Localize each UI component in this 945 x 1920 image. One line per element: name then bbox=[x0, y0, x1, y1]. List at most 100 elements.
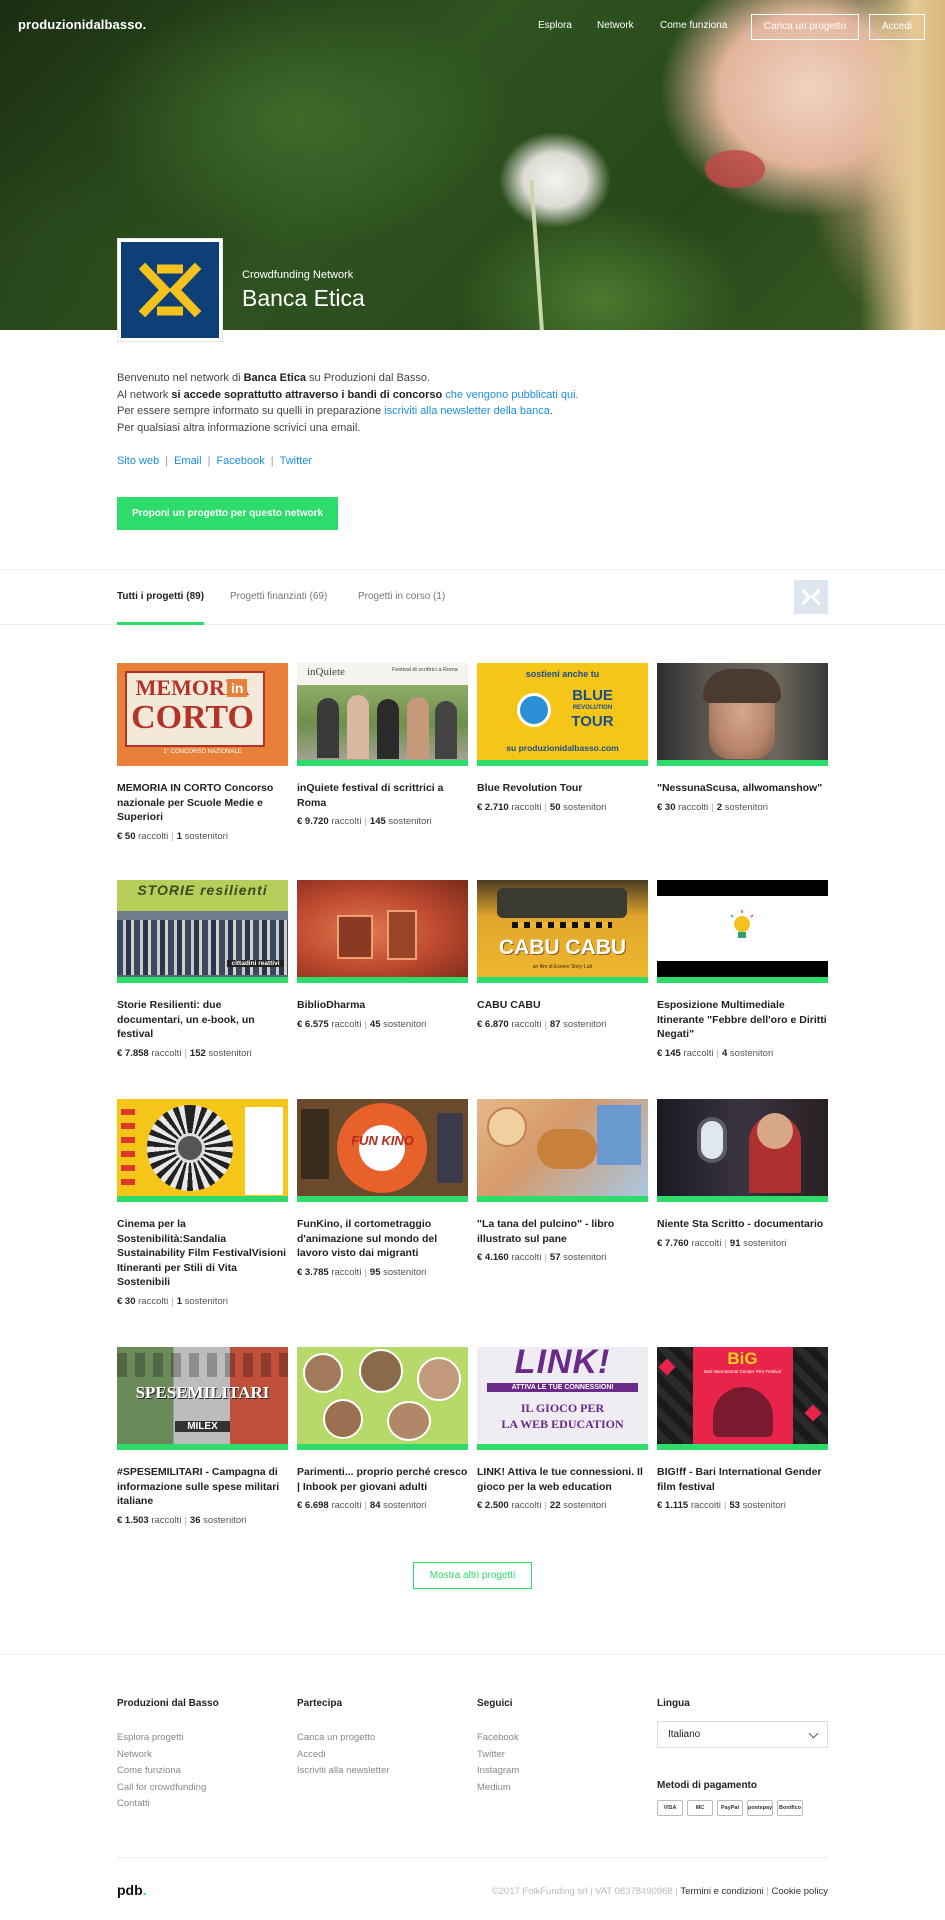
nav-come-funziona[interactable]: Come funziona bbox=[660, 20, 727, 31]
footer-heading-seguici: Seguici bbox=[477, 1698, 513, 1709]
project-title[interactable]: Parimenti... proprio perché cresco | Inb… bbox=[297, 1465, 468, 1494]
project-title[interactable]: inQuiete festival di scrittrici a Roma bbox=[297, 781, 468, 810]
project-stats: € 6.870 raccolti | 87 sostenitori bbox=[477, 1018, 607, 1030]
banca-etica-logo-icon bbox=[138, 262, 202, 318]
footer-link-contatti[interactable]: Contatti bbox=[117, 1798, 150, 1809]
project-thumbnail[interactable] bbox=[297, 880, 468, 983]
project-card[interactable]: MEMORIA in CORTO 1° CONCORSO NAZIONALE M… bbox=[117, 663, 288, 842]
project-title[interactable]: Esposizione Multimediale Itinerante "Feb… bbox=[657, 998, 828, 1042]
facebook-link[interactable]: Facebook bbox=[216, 455, 264, 467]
email-link[interactable]: Email bbox=[174, 455, 202, 467]
project-thumbnail[interactable] bbox=[657, 663, 828, 766]
project-card[interactable]: Parimenti... proprio perché cresco | Inb… bbox=[297, 1347, 468, 1511]
project-thumbnail[interactable]: STORIE resilienti cittadini reattivi bbox=[117, 880, 288, 983]
project-thumbnail[interactable] bbox=[657, 880, 828, 983]
project-title[interactable]: "NessunaScusa, allwomanshow" bbox=[657, 781, 828, 796]
tab-ongoing-projects[interactable]: Progetti in corso (1) bbox=[358, 591, 445, 602]
project-card[interactable]: BiblioDharma € 6.575 raccolti | 45 sosteni… bbox=[297, 880, 468, 1030]
cookie-policy-link[interactable]: Cookie policy bbox=[772, 1886, 829, 1897]
project-thumbnail[interactable] bbox=[117, 1099, 288, 1202]
paypal-icon: PayPal bbox=[717, 1800, 743, 1816]
project-card[interactable]: STORIE resilienti cittadini reattivi Sto… bbox=[117, 880, 288, 1059]
project-title[interactable]: MEMORIA IN CORTO Concorso nazionale per … bbox=[117, 781, 288, 825]
hero-photo-detail bbox=[705, 150, 765, 188]
project-title[interactable]: Blue Revolution Tour bbox=[477, 781, 648, 796]
project-tabs: Tutti i progetti (89) Progetti finanziat… bbox=[0, 569, 945, 625]
project-stats: € 4.160 raccolti | 57 sostenitori bbox=[477, 1252, 607, 1263]
project-title[interactable]: #SPESEMILITARI - Campagna di informazion… bbox=[117, 1465, 288, 1509]
chevron-down-icon bbox=[808, 1728, 819, 1739]
footer: Produzioni dal Basso Esplora progetti Ne… bbox=[0, 1654, 945, 1920]
nav-network[interactable]: Network bbox=[597, 20, 634, 31]
project-title[interactable]: "La tana del pulcino" - libro illustrato… bbox=[477, 1217, 648, 1246]
footer-link-network[interactable]: Network bbox=[117, 1749, 152, 1760]
project-title[interactable]: Storie Resilienti: due documentari, un e… bbox=[117, 998, 288, 1042]
project-thumbnail[interactable]: CABU CABU un film di Essere Story Lab bbox=[477, 880, 648, 983]
mastercard-icon: MC bbox=[687, 1800, 713, 1816]
footer-logo[interactable]: pdb. bbox=[117, 1882, 147, 1898]
footer-link-call[interactable]: Call for crowdfunding bbox=[117, 1782, 206, 1793]
newsletter-link[interactable]: iscriviti alla newsletter della banca bbox=[384, 405, 550, 417]
login-button[interactable]: Accedi bbox=[869, 14, 925, 40]
footer-divider bbox=[117, 1857, 828, 1858]
project-card[interactable]: BiG Bari International Gender Film Festi… bbox=[657, 1347, 828, 1511]
project-title[interactable]: FunKino, il cortometraggio d'animazione … bbox=[297, 1217, 468, 1261]
project-title[interactable]: Cinema per la Sostenibilità:Sandalia Sus… bbox=[117, 1217, 288, 1290]
bandi-link[interactable]: che vengono pubblicati qui. bbox=[445, 389, 578, 401]
project-title[interactable]: BiblioDharma bbox=[297, 998, 468, 1013]
project-title[interactable]: LINK! Attiva le tue connessioni. Il gioc… bbox=[477, 1465, 648, 1494]
project-thumbnail[interactable] bbox=[657, 1099, 828, 1202]
project-stats: € 6.575 raccolti | 45 sostenitori bbox=[297, 1018, 427, 1030]
postepay-icon: postepay bbox=[747, 1800, 773, 1816]
project-thumbnail[interactable]: FUN KINO bbox=[297, 1099, 468, 1202]
project-card[interactable]: Esposizione Multimediale Itinerante "Feb… bbox=[657, 880, 828, 1059]
footer-link-esplora[interactable]: Esplora progetti bbox=[117, 1732, 184, 1743]
project-card[interactable]: sostieni anche tu BLUE REVOLUTION TOUR s… bbox=[477, 663, 648, 813]
project-thumbnail[interactable]: MEMORIA in CORTO 1° CONCORSO NAZIONALE bbox=[117, 663, 288, 766]
visa-icon: VISA bbox=[657, 1800, 683, 1816]
project-card[interactable]: "La tana del pulcino" - libro illustrato… bbox=[477, 1099, 648, 1263]
footer-link-instagram[interactable]: Instagram bbox=[477, 1765, 519, 1776]
footer-link-carica[interactable]: Carica un progetto bbox=[297, 1732, 375, 1743]
footer-link-medium[interactable]: Medium bbox=[477, 1782, 511, 1793]
propose-project-button[interactable]: Proponi un progetto per questo network bbox=[117, 497, 338, 530]
project-stats: € 30 raccolti | 2 sostenitori bbox=[657, 801, 768, 813]
project-thumbnail[interactable] bbox=[297, 1347, 468, 1450]
project-title[interactable]: BIG!ff - Bari International Gender film … bbox=[657, 1465, 828, 1494]
project-card[interactable]: SPESEMILITARI MILEX #SPESEMILITARI - Cam… bbox=[117, 1347, 288, 1526]
footer-link-twitter[interactable]: Twitter bbox=[477, 1749, 505, 1760]
project-card[interactable]: LINK! ATTIVA LE TUE CONNESSIONI IL GIOCO… bbox=[477, 1347, 648, 1511]
project-card[interactable]: "NessunaScusa, allwomanshow" € 30 raccol… bbox=[657, 663, 828, 813]
project-card[interactable]: FUN KINO FunKino, il cortometraggio d'an… bbox=[297, 1099, 468, 1278]
footer-link-come-funziona[interactable]: Come funziona bbox=[117, 1765, 181, 1776]
upload-project-button[interactable]: Carica un progetto bbox=[751, 14, 859, 40]
tab-funded-projects[interactable]: Progetti finanziati (69) bbox=[230, 591, 327, 602]
project-card[interactable]: CABU CABU un film di Essere Story Lab CA… bbox=[477, 880, 648, 1030]
project-thumbnail[interactable] bbox=[477, 1099, 648, 1202]
language-select[interactable]: Italiano bbox=[657, 1721, 828, 1748]
tab-all-projects[interactable]: Tutti i progetti (89) bbox=[117, 591, 204, 602]
project-thumbnail[interactable]: sostieni anche tu BLUE REVOLUTION TOUR s… bbox=[477, 663, 648, 766]
project-stats: € 7.760 raccolti | 91 sostenitori bbox=[657, 1237, 787, 1249]
brand-logo[interactable]: produzionidalbasso. bbox=[18, 17, 146, 32]
website-link[interactable]: Sito web bbox=[117, 455, 159, 467]
footer-link-accedi[interactable]: Accedi bbox=[297, 1749, 326, 1760]
project-thumbnail[interactable]: inQuiete Festival di scrittrici a Roma bbox=[297, 663, 468, 766]
project-title[interactable]: CABU CABU bbox=[477, 998, 648, 1013]
footer-link-facebook[interactable]: Facebook bbox=[477, 1732, 519, 1743]
social-links: Sito web | Email | Facebook | Twitter bbox=[117, 455, 313, 467]
footer-link-newsletter[interactable]: Iscriviti alla newsletter bbox=[297, 1765, 389, 1776]
show-more-button[interactable]: Mostra altri progetti bbox=[413, 1562, 532, 1589]
terms-link[interactable]: Termini e condizioni bbox=[680, 1886, 763, 1897]
project-thumbnail[interactable]: LINK! ATTIVA LE TUE CONNESSIONI IL GIOCO… bbox=[477, 1347, 648, 1450]
project-thumbnail[interactable]: SPESEMILITARI MILEX bbox=[117, 1347, 288, 1450]
project-stats: € 30 raccolti | 1 sostenitori bbox=[117, 1295, 228, 1307]
project-title[interactable]: Niente Sta Scritto - documentario bbox=[657, 1217, 828, 1232]
nav-esplora[interactable]: Esplora bbox=[538, 20, 572, 31]
project-card[interactable]: Niente Sta Scritto - documentario € 7.76… bbox=[657, 1099, 828, 1249]
project-card[interactable]: Cinema per la Sostenibilità:Sandalia Sus… bbox=[117, 1099, 288, 1307]
twitter-link[interactable]: Twitter bbox=[280, 455, 312, 467]
project-thumbnail[interactable]: BiG Bari International Gender Film Festi… bbox=[657, 1347, 828, 1450]
project-stats: € 145 raccolti | 4 sostenitori bbox=[657, 1047, 774, 1059]
project-card[interactable]: inQuiete Festival di scrittrici a Roma i… bbox=[297, 663, 468, 827]
